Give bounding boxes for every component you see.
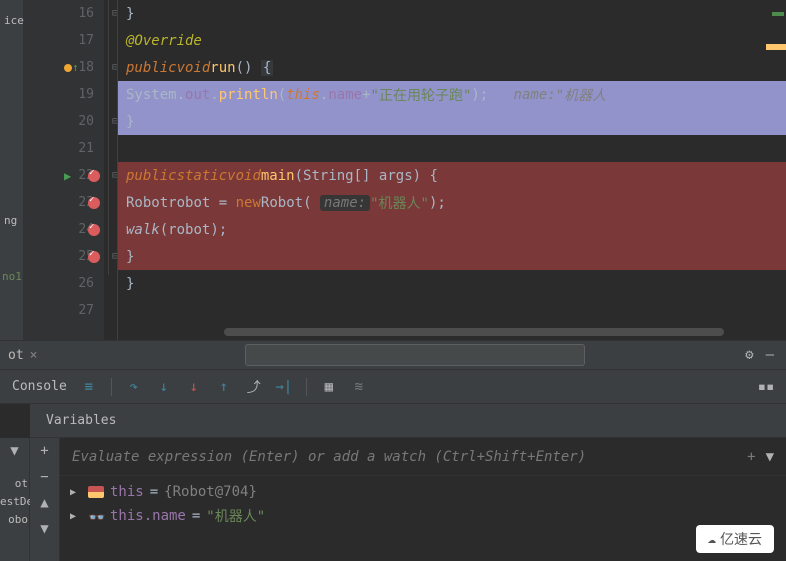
threads-icon[interactable]: ≡ xyxy=(81,379,97,395)
watch-input-bar[interactable]: Evaluate expression (Enter) or add a wat… xyxy=(60,438,786,476)
panel-text: no1 xyxy=(0,268,24,285)
code-line[interactable]: } xyxy=(118,0,786,27)
step-over-icon[interactable]: ↷ xyxy=(126,379,142,395)
gear-icon[interactable]: ⚙ xyxy=(745,347,753,363)
close-icon[interactable]: × xyxy=(30,348,38,363)
code-line[interactable]: } xyxy=(118,243,786,270)
cloud-icon: ☁ xyxy=(708,531,716,547)
drop-frame-icon[interactable]: ⤴ xyxy=(246,379,262,395)
line-number[interactable]: 21 xyxy=(24,135,104,162)
console-tab[interactable]: Console xyxy=(12,379,67,394)
breakpoint-icon[interactable] xyxy=(88,224,100,236)
panel-text: ice xyxy=(2,12,26,29)
line-number[interactable]: 19 xyxy=(24,81,104,108)
code-line[interactable]: Robot robot = new Robot( name: "机器人"); xyxy=(118,189,786,216)
line-number[interactable]: 27 xyxy=(24,297,104,324)
run-icon[interactable]: ▶ xyxy=(64,169,71,183)
project-panel[interactable]: ice ng no1 xyxy=(0,0,24,340)
line-number[interactable]: 17 xyxy=(24,27,104,54)
breakpoint-icon[interactable] xyxy=(88,251,100,263)
layout-icon[interactable]: ▪▪ xyxy=(758,379,774,395)
code-line[interactable]: @Override xyxy=(118,27,786,54)
chevron-right-icon[interactable]: ▶ xyxy=(70,487,82,498)
down-icon[interactable]: ▼ xyxy=(30,516,60,542)
code-line[interactable]: } xyxy=(118,270,786,297)
code-line[interactable] xyxy=(118,135,786,162)
line-gutter[interactable]: 16⊟ 17 ↑18⊟ 19 20⊟ 21 ▶22⊟ 23 24 25⊟ 26 … xyxy=(24,0,104,340)
force-step-into-icon[interactable]: ↓ xyxy=(186,379,202,395)
tab-label: ot xyxy=(8,348,24,363)
line-number[interactable]: 16⊟ xyxy=(24,0,104,27)
horizontal-scrollbar[interactable] xyxy=(224,328,724,336)
line-number[interactable]: 23 xyxy=(24,189,104,216)
glasses-icon: 👓 xyxy=(88,510,104,522)
expand-icon[interactable]: ▼ xyxy=(766,449,774,465)
override-marker[interactable] xyxy=(64,64,72,72)
watch-toolbar: + − ▲ ▼ xyxy=(30,438,60,561)
arrow-up-icon: ↑ xyxy=(72,61,79,74)
variable-row[interactable]: ▶ 👓 this.name = "机器人" xyxy=(70,504,776,528)
add-icon[interactable]: + xyxy=(30,438,60,464)
line-number[interactable]: ▶22⊟ xyxy=(24,162,104,189)
watch-placeholder: Evaluate expression (Enter) or add a wat… xyxy=(72,449,586,465)
breakpoint-icon[interactable] xyxy=(88,170,100,182)
fold-column xyxy=(104,0,118,340)
watermark: ☁ 亿速云 xyxy=(696,525,774,553)
minimize-icon[interactable]: — xyxy=(766,347,774,363)
rerun-icon[interactable]: ▼ xyxy=(0,438,30,464)
line-number[interactable]: ↑18⊟ xyxy=(24,54,104,81)
debug-tab-bar: ot × ⚙ — xyxy=(0,340,786,370)
line-number[interactable]: 25⊟ xyxy=(24,243,104,270)
variable-row[interactable]: ▶ this = {Robot@704} xyxy=(70,480,776,504)
breakpoint-icon[interactable] xyxy=(88,197,100,209)
step-out-icon[interactable]: ↑ xyxy=(216,379,232,395)
line-number[interactable]: 24 xyxy=(24,216,104,243)
code-line[interactable]: public void run() { xyxy=(118,54,786,81)
code-editor[interactable]: 16⊟ 17 ↑18⊟ 19 20⊟ 21 ▶22⊟ 23 24 25⊟ 26 … xyxy=(24,0,786,340)
search-input[interactable] xyxy=(245,344,585,366)
tab[interactable]: ot × xyxy=(0,341,45,369)
line-number[interactable]: 26 xyxy=(24,270,104,297)
code-line[interactable]: walk(robot); xyxy=(118,216,786,243)
variables-panel[interactable]: ▶ this = {Robot@704} ▶ 👓 this.name = "机器… xyxy=(60,476,786,561)
panel-text: ng xyxy=(2,212,19,229)
run-to-cursor-icon[interactable]: →| xyxy=(276,379,292,395)
debug-toolbar: Console ≡ ↷ ↓ ↓ ↑ ⤴ →| ▦ ≋ ▪▪ xyxy=(0,370,786,404)
chevron-right-icon[interactable]: ▶ xyxy=(70,511,82,522)
code-line[interactable]: } xyxy=(118,108,786,135)
object-icon xyxy=(88,486,104,498)
warning-marker[interactable] xyxy=(766,44,786,50)
code-line[interactable] xyxy=(118,297,786,324)
step-into-icon[interactable]: ↓ xyxy=(156,379,172,395)
code-content[interactable]: } @Override public void run() { System.o… xyxy=(104,0,786,340)
variables-header[interactable]: Variables xyxy=(30,404,786,438)
error-stripe[interactable] xyxy=(772,12,784,16)
up-icon[interactable]: ▲ xyxy=(30,490,60,516)
evaluate-icon[interactable]: ▦ xyxy=(321,379,337,395)
remove-icon[interactable]: − xyxy=(30,464,60,490)
line-number[interactable]: 20⊟ xyxy=(24,108,104,135)
add-watch-icon[interactable]: + xyxy=(747,449,755,465)
trace-icon[interactable]: ≋ xyxy=(351,379,367,395)
code-line[interactable]: System.out.println(this.name+"正在用轮子跑"); … xyxy=(118,81,786,108)
code-line[interactable]: public static void main(String[] args) { xyxy=(118,162,786,189)
frame-list[interactable]: ot estDe obo xyxy=(0,475,30,529)
